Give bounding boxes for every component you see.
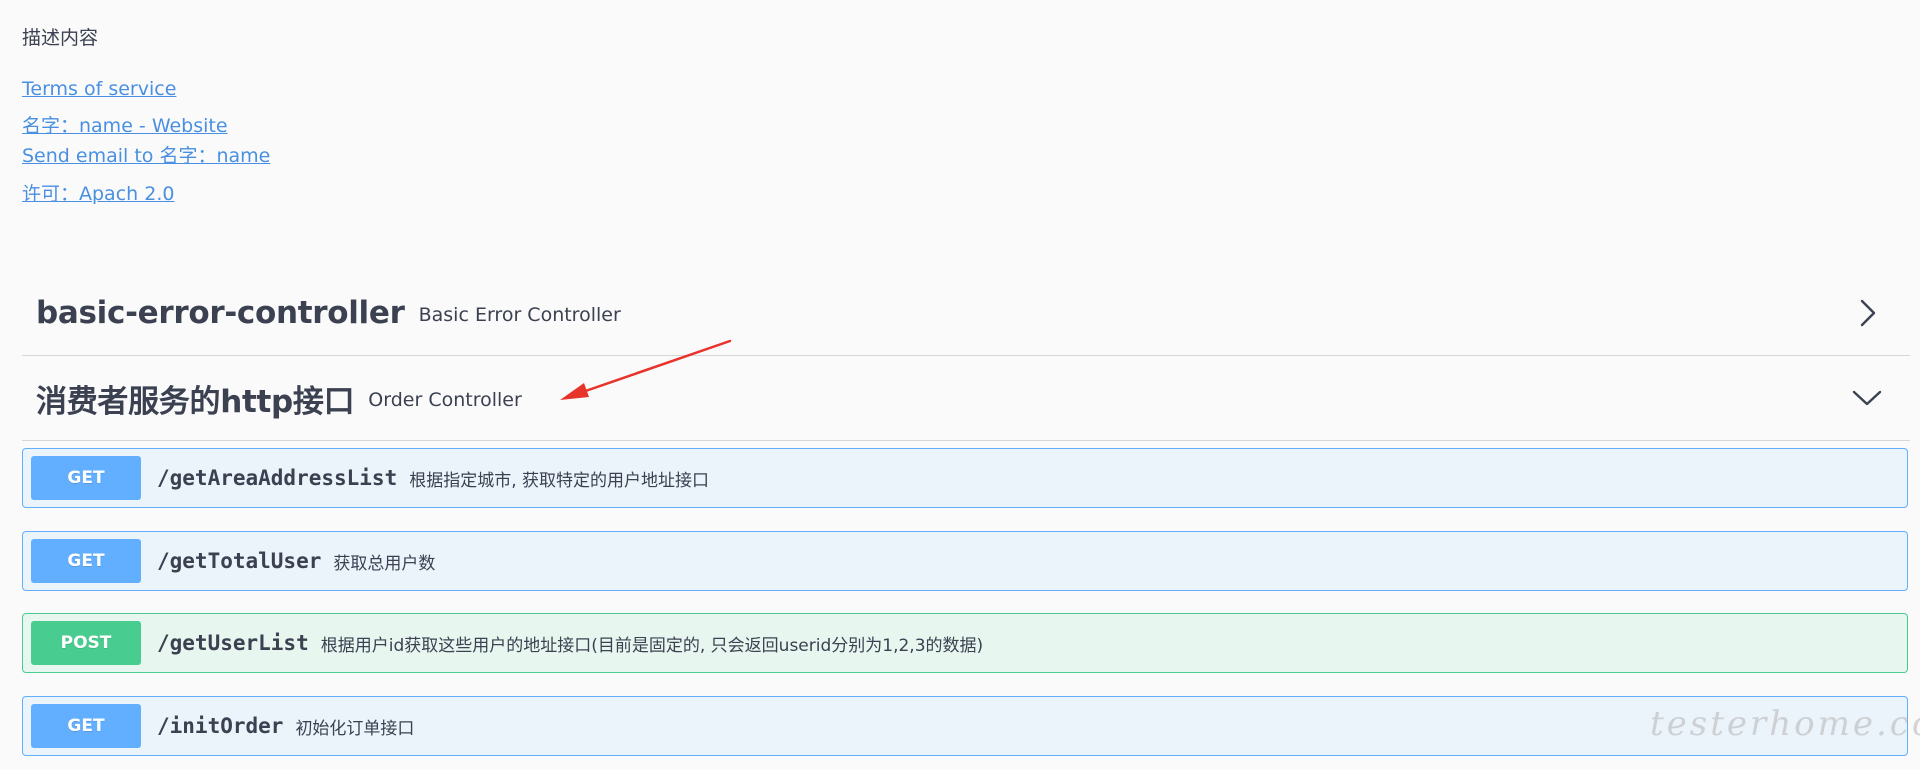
contact-website-link[interactable]: 名字：name - Website xyxy=(22,111,270,141)
method-badge-get: GET xyxy=(31,704,141,748)
operation-get-init-order[interactable]: GET /initOrder 初始化订单接口 xyxy=(22,696,1908,756)
operation-summary: 根据指定城市, 获取特定的用户地址接口 xyxy=(409,470,710,491)
tag-title: basic-error-controller xyxy=(36,295,405,331)
api-info: 描述内容 Terms of service 名字：name - Website … xyxy=(22,24,270,209)
terms-of-service-link[interactable]: Terms of service xyxy=(22,74,270,104)
method-badge-get: GET xyxy=(31,539,141,583)
operation-summary: 初始化订单接口 xyxy=(295,718,415,739)
api-description: 描述内容 xyxy=(22,27,99,49)
tag-description: Basic Error Controller xyxy=(418,304,621,326)
operation-path: /initOrder xyxy=(157,714,284,738)
operation-path: /getTotalUser xyxy=(157,549,322,573)
tag-description: Order Controller xyxy=(368,389,522,411)
method-badge-post: POST xyxy=(31,621,141,665)
license-link[interactable]: 许可：Apach 2.0 xyxy=(22,179,270,209)
tag-order-controller[interactable]: 消费者服务的http接口 Order Controller xyxy=(22,356,1910,441)
operation-summary: 获取总用户数 xyxy=(333,553,436,574)
operation-get-total-user[interactable]: GET /getTotalUser 获取总用户数 xyxy=(22,531,1908,591)
tag-title: 消费者服务的http接口 xyxy=(36,383,355,420)
method-badge-get: GET xyxy=(31,456,141,500)
chevron-right-icon[interactable] xyxy=(1850,296,1884,330)
operation-post-get-user-list[interactable]: POST /getUserList 根据用户id获取这些用户的地址接口(目前是固… xyxy=(22,613,1908,673)
chevron-down-icon[interactable] xyxy=(1850,381,1884,415)
contact-email-link[interactable]: Send email to 名字：name xyxy=(22,141,270,171)
operation-summary: 根据用户id获取这些用户的地址接口(目前是固定的, 只会返回userid分别为1… xyxy=(320,635,984,656)
watermark: testerhome.com xyxy=(1650,704,1920,744)
operation-path: /getAreaAddressList xyxy=(157,466,398,490)
tag-basic-error-controller[interactable]: basic-error-controller Basic Error Contr… xyxy=(22,271,1910,356)
operation-path: /getUserList xyxy=(157,631,309,655)
annotation-arrow-icon xyxy=(560,339,732,400)
swagger-ui-page: 描述内容 Terms of service 名字：name - Website … xyxy=(0,0,1920,770)
operation-get-area-address-list[interactable]: GET /getAreaAddressList 根据指定城市, 获取特定的用户地… xyxy=(22,448,1908,508)
